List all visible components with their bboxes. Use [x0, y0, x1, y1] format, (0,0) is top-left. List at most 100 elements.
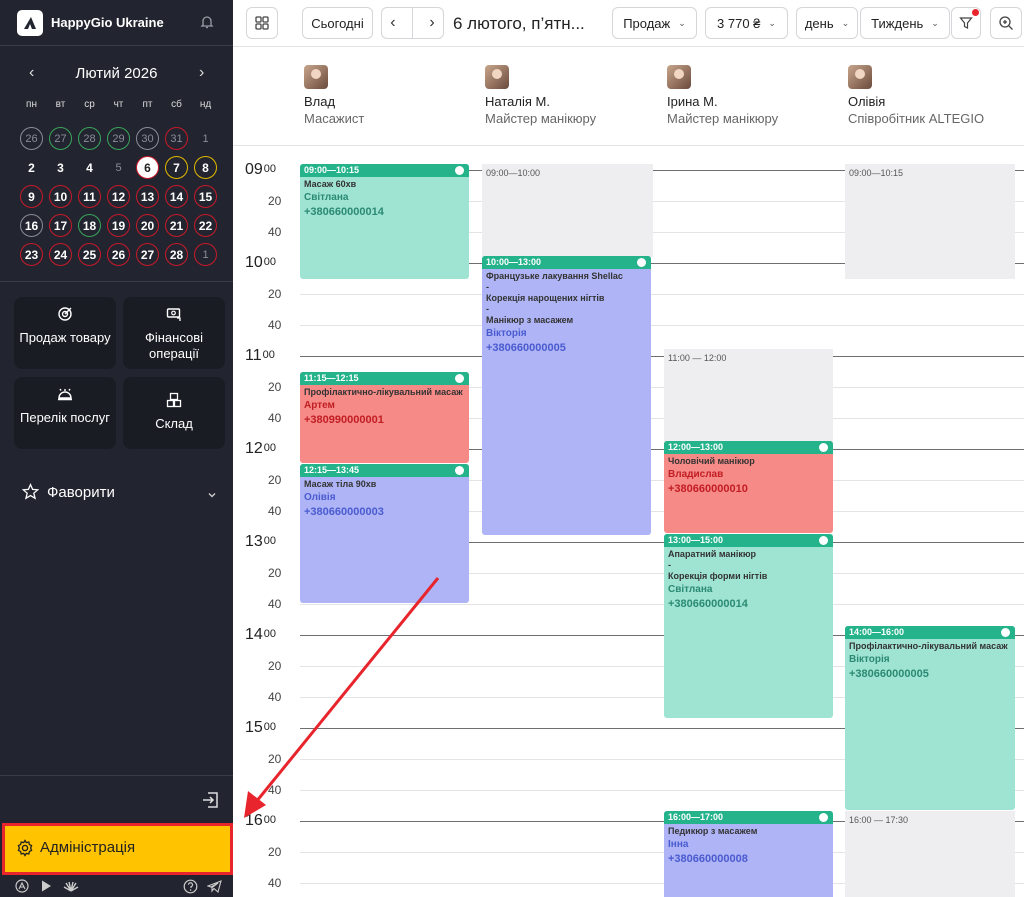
- calendar-day[interactable]: 11: [75, 182, 104, 211]
- calendar-day[interactable]: 18: [75, 211, 104, 240]
- favorites-section[interactable]: Фаворити: [21, 483, 217, 503]
- appointment-card[interactable]: 12:00—13:00 Чоловічий манікюр Владислав +3…: [664, 441, 833, 533]
- zoom-button[interactable]: [990, 7, 1022, 39]
- calendar-day-number: 22: [194, 214, 217, 237]
- calendar-day[interactable]: 30: [133, 124, 162, 153]
- tile-services[interactable]: Перелік послуг: [14, 377, 116, 449]
- calendar-day[interactable]: 5: [104, 153, 133, 182]
- logout-icon[interactable]: [201, 790, 221, 815]
- next-month-icon[interactable]: ›: [199, 64, 204, 82]
- tile-stock-label: Склад: [155, 416, 193, 431]
- schedule-grid[interactable]: 09:00—10:00 11:00 — 12:00 09:00—10:15 16…: [233, 146, 1024, 897]
- calendar-day[interactable]: 21: [162, 211, 191, 240]
- weekday-label: чт: [113, 99, 124, 110]
- calendar-day[interactable]: 2: [17, 153, 46, 182]
- calendar-day[interactable]: 28: [75, 124, 104, 153]
- calendar-day-number: 31: [165, 127, 188, 150]
- calendar-day-number: 29: [107, 127, 130, 150]
- calendar-day[interactable]: 12: [104, 182, 133, 211]
- weekday-label: сб: [171, 99, 182, 110]
- appointment-phone: +380660000005: [486, 342, 566, 354]
- staff-column-header[interactable]: Влад Масажист: [304, 65, 364, 126]
- calendar-day-number: 5: [115, 161, 122, 174]
- app-title[interactable]: HappyGio Ukraine: [51, 15, 164, 30]
- calendar-day[interactable]: 13: [133, 182, 162, 211]
- appointment-service: Профілактично-лікувальний масаж: [849, 641, 1008, 651]
- calendar-day[interactable]: 28: [162, 240, 191, 269]
- appointment-card[interactable]: 12:15—13:45 Масаж тіла 90хв Олівія +380660…: [300, 464, 469, 603]
- notification-dot: [972, 9, 979, 16]
- today-button[interactable]: Сьогодні: [302, 7, 373, 39]
- calendar-day[interactable]: 19: [104, 211, 133, 240]
- appointment-card[interactable]: 14:00—16:00 Профілактично-лікувальний ма…: [845, 626, 1015, 810]
- week-mode-dropdown[interactable]: Тиждень ⌄: [860, 7, 950, 39]
- appointment-time: 12:15—13:45: [300, 464, 469, 477]
- calendar-day[interactable]: 10: [46, 182, 75, 211]
- calendar-day[interactable]: 26: [104, 240, 133, 269]
- busy-block[interactable]: 16:00 — 17:30: [845, 811, 1015, 897]
- appointment-service: Масаж 60хв: [304, 179, 357, 189]
- calendar-day[interactable]: 4: [75, 153, 104, 182]
- calendar-day[interactable]: 7: [162, 153, 191, 182]
- calendar-day[interactable]: 27: [133, 240, 162, 269]
- play-store-icon[interactable]: [39, 879, 53, 897]
- admin-menu-item[interactable]: Адміністрація: [2, 823, 233, 875]
- current-date[interactable]: 6 лютого, п’ятн...: [453, 14, 585, 34]
- sidebar-footer: [0, 878, 233, 897]
- appointment-card[interactable]: 13:00—15:00 Апаратний манікюр - Корекція…: [664, 534, 833, 718]
- amount-dropdown[interactable]: 3 770 ₴ ⌄: [705, 7, 788, 39]
- calendar-day[interactable]: 20: [133, 211, 162, 240]
- filter-button[interactable]: [951, 7, 981, 39]
- sales-dropdown[interactable]: Продаж ⌄: [612, 7, 697, 39]
- calendar-day-number: 15: [194, 185, 217, 208]
- calendar-day[interactable]: 6: [133, 153, 162, 182]
- tile-stock[interactable]: Склад: [123, 377, 225, 449]
- calendar-day[interactable]: 9: [17, 182, 46, 211]
- huawei-icon[interactable]: [63, 879, 79, 897]
- grid-view-button[interactable]: [246, 7, 278, 39]
- appointment-time: 11:15—12:15: [300, 372, 469, 385]
- calendar-day[interactable]: 14: [162, 182, 191, 211]
- calendar-day[interactable]: 3: [46, 153, 75, 182]
- appointment-card[interactable]: 16:00—17:00 Педикюр з масажем Інна +380660…: [664, 811, 833, 897]
- appointment-card[interactable]: 10:00—13:00 Французьке лакування Shellac…: [482, 256, 651, 535]
- next-day-icon[interactable]: ›: [429, 14, 434, 32]
- calendar-day-number: 20: [136, 214, 159, 237]
- calendar-day[interactable]: 24: [46, 240, 75, 269]
- tile-sale[interactable]: Продаж товару: [14, 297, 116, 369]
- calendar-day[interactable]: 29: [104, 124, 133, 153]
- calendar-day[interactable]: 17: [46, 211, 75, 240]
- busy-block[interactable]: 11:00 — 12:00: [664, 349, 833, 442]
- calendar-day[interactable]: 27: [46, 124, 75, 153]
- calendar-day[interactable]: 1: [191, 240, 220, 269]
- minute-label: 40: [268, 783, 282, 797]
- calendar-day[interactable]: 1: [191, 124, 220, 153]
- busy-block[interactable]: 09:00—10:15: [845, 164, 1015, 279]
- calendar-day[interactable]: 23: [17, 240, 46, 269]
- calendar-day[interactable]: 31: [162, 124, 191, 153]
- tile-finance[interactable]: Фінансові операції: [123, 297, 225, 369]
- calendar-day[interactable]: 22: [191, 211, 220, 240]
- appointment-card[interactable]: 11:15—12:15 Профілактично-лікувальний ма…: [300, 372, 469, 463]
- calendar-day[interactable]: 16: [17, 211, 46, 240]
- help-icon[interactable]: [183, 879, 198, 897]
- staff-column-header[interactable]: Олівія Співробітник ALTEGIO: [848, 65, 984, 126]
- staff-column-header[interactable]: Наталія М. Майстер манікюру: [485, 65, 596, 126]
- calendar-day[interactable]: 25: [75, 240, 104, 269]
- calendar-day[interactable]: 26: [17, 124, 46, 153]
- calendar-day[interactable]: 8: [191, 153, 220, 182]
- telegram-icon[interactable]: [206, 879, 222, 897]
- avatar: [848, 65, 872, 89]
- calendar-day-number: 30: [136, 127, 159, 150]
- day-mode-dropdown[interactable]: день ⌄: [796, 7, 858, 39]
- staff-column-header[interactable]: Ірина М. Майстер манікюру: [667, 65, 778, 126]
- appointment-phone: +380660000003: [304, 506, 384, 518]
- bell-icon[interactable]: [199, 14, 215, 35]
- app-store-icon[interactable]: [15, 879, 29, 897]
- chevron-down-icon: ⌄: [678, 17, 686, 28]
- appointment-card[interactable]: 09:00—10:15 Масаж 60хв Світлана +380660000…: [300, 164, 469, 279]
- busy-block[interactable]: 09:00—10:00: [482, 164, 653, 257]
- calendar-day-number: 27: [49, 127, 72, 150]
- prev-day-icon[interactable]: ‹: [390, 14, 395, 32]
- calendar-day[interactable]: 15: [191, 182, 220, 211]
